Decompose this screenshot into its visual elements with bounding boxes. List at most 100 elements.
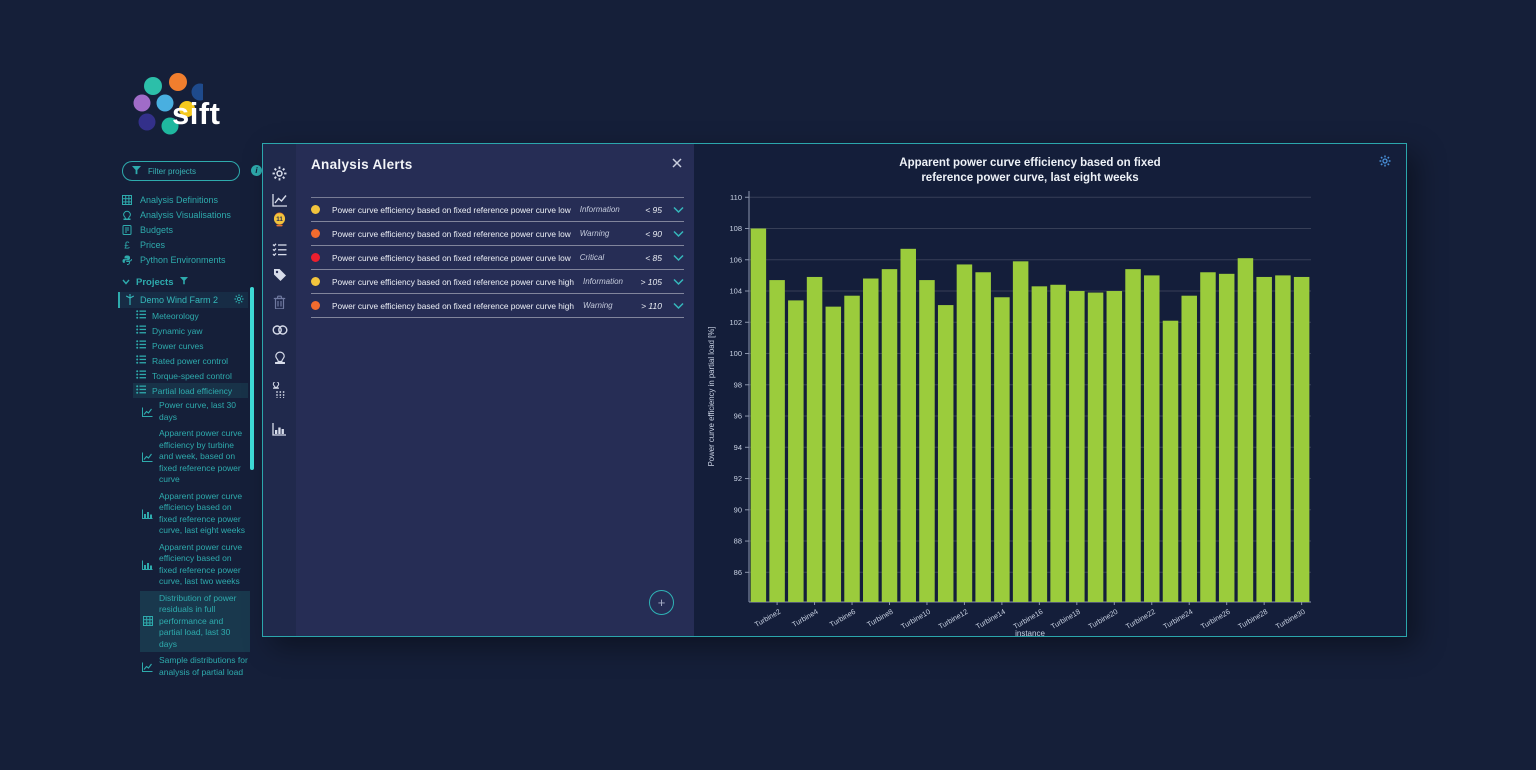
stamp-grid-icon[interactable] [271, 381, 288, 399]
visualisation-item[interactable]: Distribution of power residuals in full … [140, 591, 250, 653]
alert-row[interactable]: Power curve efficiency based on fixed re… [311, 246, 684, 270]
x-tick-label: Turbine4 [790, 607, 819, 629]
alerts-bell-icon[interactable]: 11 [271, 212, 288, 230]
visualisation-item[interactable]: Sample distributions for analysis of par… [140, 653, 250, 680]
link-icon[interactable] [271, 321, 288, 339]
visualisation-label: Distribution of power residuals in full … [159, 593, 248, 651]
analysis-item-partial-load-efficiency[interactable]: Partial load efficiency [133, 383, 248, 398]
x-tick-label: Turbine18 [1049, 607, 1082, 631]
chevron-down-icon[interactable] [673, 206, 684, 214]
bar-turbine4 [807, 277, 823, 602]
x-tick-label: Turbine6 [828, 607, 857, 629]
analysis-item-power-curves[interactable]: Power curves [133, 338, 248, 353]
visualisation-label: Apparent power curve efficiency by turbi… [159, 428, 248, 486]
y-tick-label: 102 [729, 318, 742, 327]
chevron-down-icon[interactable] [673, 254, 684, 262]
panel-title: Analysis Alerts [311, 157, 413, 172]
y-tick-label: 92 [734, 474, 742, 483]
add-alert-button[interactable]: + [649, 590, 674, 615]
sidebar-nav: Analysis DefinitionsAnalysis Visualisati… [122, 192, 256, 267]
sidebar-item-python-environments[interactable]: Python Environments [122, 252, 256, 267]
alert-row[interactable]: Power curve efficiency based on fixed re… [311, 270, 684, 294]
sidebar-item-demo-wind-farm-2[interactable]: Demo Wind Farm 2 [118, 292, 248, 308]
sidebar-item-analysis-visualisations[interactable]: Analysis Visualisations [122, 207, 256, 222]
analysis-item-dynamic-yaw[interactable]: Dynamic yaw [133, 323, 248, 338]
analysis-item-meteorology[interactable]: Meteorology [133, 308, 248, 323]
severity-dot-icon [311, 229, 320, 238]
alert-threshold: < 95 [645, 205, 662, 215]
list-icon [136, 385, 146, 396]
analysis-alerts-window: 11 Analysis Alerts Power curve efficienc… [262, 143, 1407, 637]
projects-label: Projects [136, 277, 174, 288]
tag-icon[interactable] [271, 266, 288, 284]
bar-turbine6 [844, 296, 860, 602]
chevron-down-icon[interactable] [673, 230, 684, 238]
x-tick-label: Turbine24 [1162, 607, 1195, 631]
filter-projects-input[interactable]: Filter projects [122, 161, 240, 181]
alert-threshold: < 90 [645, 229, 662, 239]
alert-name: Power curve efficiency based on fixed re… [332, 205, 571, 215]
alert-name: Power curve efficiency based on fixed re… [332, 301, 574, 311]
logo-text: sift [172, 96, 221, 132]
x-tick-label: Turbine10 [899, 607, 932, 631]
analysis-item-rated-power-control[interactable]: Rated power control [133, 353, 248, 368]
bar-chart: 86889092949698100102104106108110Turbine2… [701, 144, 1408, 638]
tool-rail: 11 [263, 144, 296, 636]
visualisation-item[interactable]: Power curve, last 30 days [140, 398, 250, 425]
alert-severity: Warning [583, 301, 613, 310]
grid-icon [142, 616, 153, 626]
y-axis-label: Power curve efficiency in partial load [… [707, 327, 716, 467]
y-tick-label: 100 [729, 349, 742, 358]
bar-turbine17 [1050, 285, 1066, 602]
checklist-icon[interactable] [271, 240, 288, 258]
projects-filter-icon[interactable] [180, 277, 188, 288]
bar-turbine18 [1069, 291, 1085, 602]
bar-turbine9 [900, 249, 916, 602]
visualisation-item[interactable]: Apparent power curve efficiency by turbi… [140, 426, 250, 488]
settings-icon[interactable] [271, 164, 288, 182]
y-tick-label: 108 [729, 224, 742, 233]
bar-turbine14 [994, 297, 1010, 602]
bar-turbine11 [938, 305, 954, 602]
close-icon[interactable] [672, 158, 682, 171]
chevron-down-icon[interactable] [673, 302, 684, 310]
bar-chart-icon[interactable] [271, 420, 288, 438]
filter-placeholder: Filter projects [148, 167, 196, 176]
chevron-down-icon [122, 277, 130, 288]
chart-settings-gear-icon[interactable] [1379, 154, 1391, 172]
alert-row[interactable]: Power curve efficiency based on fixed re… [311, 198, 684, 222]
svg-text:£: £ [124, 240, 130, 249]
line-chart-icon[interactable] [271, 191, 288, 209]
chevron-down-icon[interactable] [673, 278, 684, 286]
y-tick-label: 88 [734, 537, 742, 546]
sidebar-item-prices[interactable]: £Prices [122, 237, 256, 252]
alert-row[interactable]: Power curve efficiency based on fixed re… [311, 294, 684, 318]
analysis-item-torque-speed-control[interactable]: Torque-speed control [133, 368, 248, 383]
alert-threshold: > 110 [641, 301, 662, 311]
bar-turbine13 [975, 272, 991, 602]
alerts-panel: 11 Analysis Alerts Power curve efficienc… [263, 144, 694, 636]
analysis-label: Torque-speed control [152, 371, 232, 381]
visualisation-item[interactable]: Apparent power curve efficiency based on… [140, 489, 250, 539]
analysis-label: Partial load efficiency [152, 386, 232, 396]
sidebar-scrollbar[interactable] [250, 287, 254, 470]
stamp-icon[interactable] [271, 349, 288, 367]
x-tick-label: Turbine22 [1124, 607, 1157, 631]
alert-row[interactable]: Power curve efficiency based on fixed re… [311, 222, 684, 246]
y-tick-label: 104 [729, 287, 742, 296]
sidebar-item-projects[interactable]: Projects [122, 277, 188, 288]
sidebar-item-analysis-definitions[interactable]: Analysis Definitions [122, 192, 256, 207]
info-icon[interactable]: i [251, 165, 262, 176]
analysis-label: Dynamic yaw [152, 326, 203, 336]
sidebar-item-budgets[interactable]: Budgets [122, 222, 256, 237]
project-gear-icon[interactable] [234, 294, 244, 306]
bar-turbine23 [1163, 321, 1179, 602]
y-tick-label: 106 [729, 255, 742, 264]
alert-severity: Information [580, 205, 620, 214]
alert-threshold: < 85 [645, 253, 662, 263]
trash-icon[interactable] [271, 293, 288, 311]
sift-logo: sift [128, 64, 258, 144]
alert-severity: Information [583, 277, 623, 286]
visualisation-item[interactable]: Apparent power curve efficiency based on… [140, 540, 250, 590]
bar-turbine28 [1256, 277, 1272, 602]
